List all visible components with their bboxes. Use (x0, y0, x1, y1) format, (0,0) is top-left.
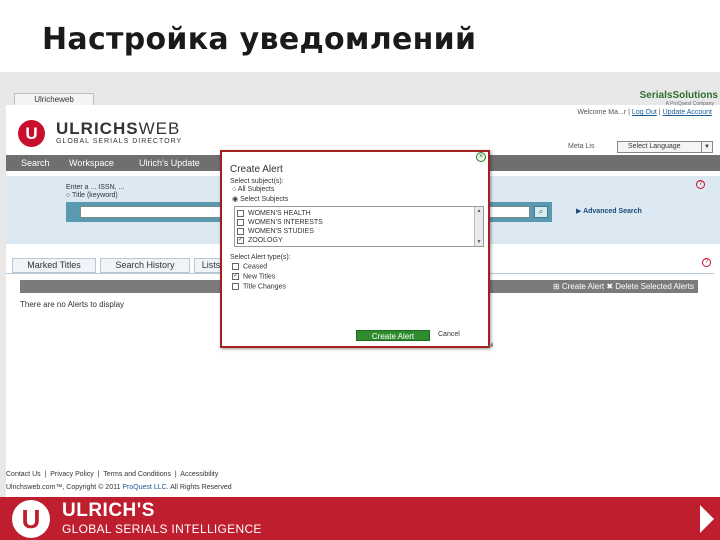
checkbox[interactable] (232, 283, 239, 290)
subjects-label: Select subject(s): (230, 178, 284, 185)
search-type-label: Title (keyword) (72, 192, 118, 199)
next-slide-arrow-icon[interactable] (700, 505, 714, 533)
radio-select-label: Select Subjects (240, 196, 289, 203)
alert-type-item[interactable]: Ceased (232, 263, 267, 270)
empty-alerts-message: There are no Alerts to display (20, 300, 125, 309)
alert-type-label: New Titles (243, 273, 276, 281)
checkbox[interactable] (237, 209, 244, 217)
serials-solutions-logo: SerialsSolutions (639, 90, 718, 101)
alert-types-label: Select Alert type(s): (230, 254, 291, 261)
subject-item[interactable]: ✓ ZOOLOGY (237, 236, 283, 245)
alert-type-label: Ceased (243, 263, 268, 271)
brand-tagline: GLOBAL SERIALS INTELLIGENCE (62, 522, 262, 536)
brand-name: ULRICH'S (62, 500, 155, 521)
logout-link[interactable]: Log Out (632, 109, 657, 116)
dialog-title: Create Alert (230, 164, 283, 175)
ulrichs-logo-mark: U (12, 500, 50, 538)
help-icon[interactable]: ? (702, 258, 711, 267)
proquest-link[interactable]: ProQuest LLC (122, 484, 166, 491)
alert-type-item[interactable]: Title Changes (232, 283, 286, 290)
logo-main: ULRICHS (56, 119, 139, 138)
footer-privacy[interactable]: Privacy Policy (50, 471, 94, 478)
footer-contact[interactable]: Contact Us (6, 471, 41, 478)
radio-select-subjects[interactable]: ◉ Select Subjects (232, 195, 288, 203)
language-select[interactable]: Select Language ▼ (617, 141, 713, 153)
chevron-down-icon: ▼ (701, 142, 712, 152)
subject-item[interactable]: WOMEN'S HEALTH (237, 209, 311, 218)
subject-list: WOMEN'S HEALTH WOMEN'S INTERESTS WOMEN'S… (234, 206, 484, 247)
create-alert-dialog: × Create Alert Select subject(s): ○ All … (220, 150, 493, 348)
create-alert-button[interactable]: Create Alert (356, 330, 430, 341)
alerts-actions: ⊞ Create Alert ✖ Delete Selected Alerts (553, 281, 694, 292)
scroll-down-icon[interactable]: ▼ (475, 238, 483, 246)
search-icon[interactable]: ⌕ (534, 206, 548, 218)
welcome-text: Welcome Ma...r (577, 109, 627, 116)
serials-solutions-sub: A ProQuest Company (665, 101, 714, 107)
update-account-link[interactable]: Update Account (663, 109, 712, 116)
plus-icon: ⊞ (552, 282, 560, 291)
checkbox[interactable] (232, 263, 239, 270)
scroll-up-icon[interactable]: ▲ (475, 207, 483, 215)
advanced-search-link[interactable]: ▶ Advanced Search (576, 207, 642, 215)
brand-footer: U ULRICH'S GLOBAL SERIALS INTELLIGENCE (0, 497, 720, 540)
search-type-radio[interactable]: ○ Title (keyword) (66, 192, 118, 199)
tab-marked-titles[interactable]: Marked Titles (12, 258, 96, 273)
alert-type-label: Title Changes (243, 283, 286, 291)
radio-all-label: All Subjects (237, 186, 275, 193)
welcome-line: Welcome Ma...r | Log Out | Update Accoun… (577, 109, 712, 116)
resize-handle-icon[interactable]: ◢ (488, 341, 493, 348)
advanced-search-label: Advanced Search (583, 208, 642, 215)
nav-search[interactable]: Search (21, 155, 50, 171)
delete-alerts-action[interactable]: Delete Selected Alerts (615, 282, 694, 291)
ulrichsweb-logo: ULRICHSWEB (56, 119, 180, 139)
rights-text: All Rights Reserved (170, 484, 232, 491)
checkbox[interactable] (237, 218, 244, 226)
subject-item[interactable]: WOMEN'S STUDIES (237, 227, 314, 236)
language-value: Select Language (628, 143, 681, 150)
footer-terms[interactable]: Terms and Conditions (103, 471, 171, 478)
logo-subtitle: GLOBAL SERIALS DIRECTORY (56, 138, 183, 145)
close-icon[interactable]: × (476, 152, 486, 162)
checkbox[interactable] (237, 227, 244, 235)
subject-label: WOMEN'S STUDIES (248, 228, 314, 235)
footer-accessibility[interactable]: Accessibility (180, 471, 218, 478)
list-scrollbar[interactable]: ▲ ▼ (474, 207, 483, 246)
meta-label: Meta Lis (568, 143, 595, 150)
logo-web: WEB (138, 119, 181, 138)
subject-item[interactable]: WOMEN'S INTERESTS (237, 218, 323, 227)
nav-ulrichs-update[interactable]: Ulrich's Update (139, 155, 200, 171)
help-icon[interactable]: ? (696, 180, 705, 189)
search-prompt: Enter a ... ISSN, ... (66, 184, 125, 191)
radio-all-subjects[interactable]: ○ All Subjects (232, 186, 274, 193)
subject-label: WOMEN'S HEALTH (248, 210, 311, 217)
slide-title: Настройка уведомлений (42, 22, 477, 57)
subject-label: ZOOLOGY (248, 237, 283, 244)
checkbox-checked[interactable]: ✓ (232, 273, 239, 280)
delete-icon: ✖ (606, 282, 614, 291)
subject-label: WOMEN'S INTERESTS (248, 219, 323, 226)
alert-type-item[interactable]: ✓ New Titles (232, 273, 275, 280)
ulrichsweb-logo-mark: U (18, 120, 45, 147)
create-alert-action[interactable]: Create Alert (562, 282, 604, 291)
footer-links: Contact Us | Privacy Policy | Terms and … (6, 471, 219, 478)
footer-copyright: Ulrichsweb.com™, Copyright © 2011 ProQue… (6, 484, 232, 491)
cancel-button[interactable]: Cancel (438, 331, 460, 338)
copyright-text: Ulrichsweb.com™, Copyright © 2011 (6, 484, 121, 491)
tab-search-history[interactable]: Search History (100, 258, 190, 273)
nav-workspace[interactable]: Workspace (69, 155, 114, 171)
checkbox-checked[interactable]: ✓ (237, 236, 244, 244)
